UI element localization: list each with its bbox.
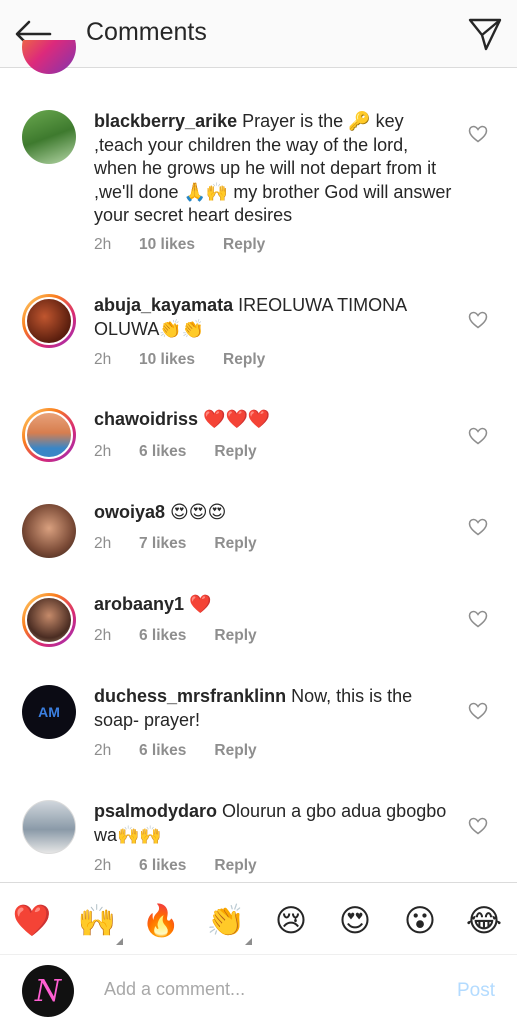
comment-likes[interactable]: 10 likes: [139, 236, 195, 254]
avatar[interactable]: [22, 504, 76, 558]
like-heart-icon[interactable]: [468, 125, 488, 143]
my-avatar: N: [22, 965, 74, 1017]
comment-username[interactable]: blackberry_arike: [94, 111, 237, 131]
reply-button[interactable]: Reply: [214, 535, 256, 553]
comment-likes[interactable]: 7 likes: [139, 535, 186, 553]
emoji-fire[interactable]: 🔥: [141, 901, 181, 941]
reply-button[interactable]: Reply: [223, 351, 265, 369]
reply-button[interactable]: Reply: [214, 443, 256, 461]
comment-username[interactable]: abuja_kayamata: [94, 295, 233, 315]
comment-time: 2h: [94, 236, 112, 253]
comment-username[interactable]: owoiya8: [94, 502, 165, 522]
comment-likes[interactable]: 10 likes: [139, 351, 195, 369]
avatar[interactable]: [22, 110, 76, 164]
comment-username[interactable]: chawoidriss: [94, 409, 198, 429]
like-heart-icon[interactable]: [468, 518, 488, 536]
comment-time: 2h: [94, 627, 112, 644]
skin-tone-corner-icon: [245, 938, 252, 945]
like-heart-icon[interactable]: [468, 817, 488, 835]
comment-time: 2h: [94, 351, 112, 368]
comment-username[interactable]: psalmodydaro: [94, 801, 217, 821]
like-heart-icon[interactable]: [468, 311, 488, 329]
emoji-laughing[interactable]: 😂: [464, 901, 504, 941]
like-heart-icon[interactable]: [468, 702, 488, 720]
page-title: Comments: [86, 18, 207, 46]
avatar[interactable]: [22, 294, 76, 348]
reply-button[interactable]: Reply: [214, 857, 256, 875]
reply-button[interactable]: Reply: [223, 236, 265, 254]
emoji-heart[interactable]: ❤️: [12, 901, 52, 941]
comment-likes[interactable]: 6 likes: [139, 742, 186, 760]
comment-time: 2h: [94, 535, 112, 552]
emoji-raised-hands[interactable]: 🙌: [77, 901, 123, 945]
reply-button[interactable]: Reply: [214, 627, 256, 645]
comment-text: ❤️: [189, 594, 212, 614]
comment-username[interactable]: arobaany1: [94, 594, 184, 614]
emoji-heart-eyes[interactable]: 😍: [335, 901, 375, 941]
reply-button[interactable]: Reply: [214, 742, 256, 760]
comment-text: 😍😍😍: [170, 502, 227, 522]
previous-comment-avatar[interactable]: [22, 40, 76, 76]
emoji-quick-bar: ❤️ 🙌 🔥 👏 😢 😍 😮 😂: [0, 882, 517, 955]
avatar[interactable]: [22, 593, 76, 647]
emoji-surprised[interactable]: 😮: [400, 901, 440, 941]
comment-time: 2h: [94, 443, 112, 460]
like-heart-icon[interactable]: [468, 427, 488, 445]
emoji-crying[interactable]: 😢: [271, 901, 311, 941]
post-button[interactable]: Post: [457, 980, 495, 1002]
comment-time: 2h: [94, 742, 112, 759]
comment-time: 2h: [94, 857, 112, 874]
avatar[interactable]: AM: [22, 685, 76, 739]
comment-text: ❤️❤️❤️: [203, 409, 271, 429]
comment-composer: N Add a comment... Post: [0, 954, 517, 1025]
comment-likes[interactable]: 6 likes: [139, 857, 186, 875]
paper-plane-icon[interactable]: [467, 16, 503, 52]
comment-input[interactable]: Add a comment...: [104, 979, 245, 1000]
like-heart-icon[interactable]: [468, 610, 488, 628]
emoji-clapping[interactable]: 👏: [206, 901, 252, 945]
comment-username[interactable]: duchess_mrsfranklinn: [94, 686, 286, 706]
top-bar: Comments: [0, 0, 517, 68]
avatar[interactable]: [22, 800, 76, 854]
skin-tone-corner-icon: [116, 938, 123, 945]
comment-likes[interactable]: 6 likes: [139, 443, 186, 461]
avatar[interactable]: [22, 408, 76, 462]
comment-likes[interactable]: 6 likes: [139, 627, 186, 645]
